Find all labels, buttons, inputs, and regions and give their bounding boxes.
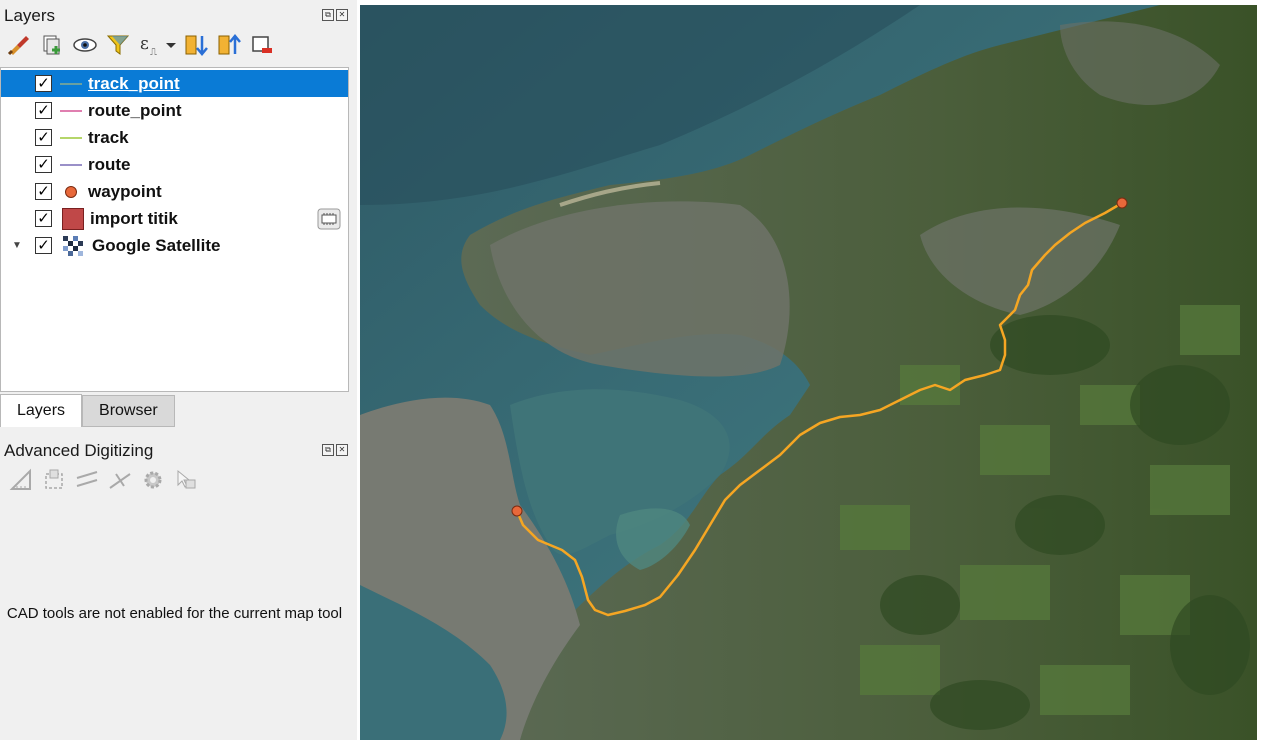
digitizing-panel-title: Advanced Digitizing (4, 441, 154, 460)
layers-tree[interactable]: ✓ track_point ✓ route_point ✓ track ✓ ro… (0, 67, 349, 392)
layer-visibility-checkbox[interactable]: ✓ (35, 102, 52, 119)
construction-icon[interactable] (41, 467, 67, 493)
layer-visibility-checkbox[interactable]: ✓ (35, 156, 52, 173)
layer-name: import titik (90, 208, 178, 228)
cad-disabled-message: CAD tools are not enabled for the curren… (6, 605, 343, 622)
parallel-icon[interactable] (74, 467, 100, 493)
layer-name: route_point (88, 100, 182, 120)
layer-row-import-titik[interactable]: ✓ import titik (1, 205, 348, 232)
layers-panel-title: Layers (4, 6, 56, 25)
close-panel-icon[interactable]: ✕ (336, 444, 348, 456)
filter-legend-icon[interactable] (105, 32, 131, 58)
expand-collapse-icon[interactable]: ▼ (12, 240, 22, 251)
digitizing-toolbar (8, 467, 206, 493)
layer-editing-indicator-icon[interactable] (317, 208, 341, 230)
panel-tabs: Layers Browser (0, 394, 175, 427)
tab-layers[interactable]: Layers (0, 394, 83, 427)
line-symbol-icon (60, 136, 82, 139)
perpendicular-icon[interactable] (107, 467, 133, 493)
layer-visibility-checkbox[interactable]: ✓ (35, 210, 52, 227)
layer-name: track_point (88, 73, 180, 93)
layer-row-google-satellite[interactable]: ▼ ✓ Google Satellite (1, 232, 348, 259)
panel-splitter[interactable] (350, 0, 357, 740)
line-symbol-icon (60, 109, 82, 112)
cad-ruler-icon[interactable] (8, 467, 34, 493)
raster-symbol-icon (63, 235, 83, 256)
layer-row-route[interactable]: ✓ route (1, 151, 348, 178)
float-panel-icon[interactable]: ⧉ (322, 444, 334, 456)
tab-browser[interactable]: Browser (82, 395, 175, 427)
layer-name: waypoint (88, 181, 162, 201)
float-panel-icon[interactable]: ⧉ (322, 9, 334, 21)
remove-layer-icon[interactable] (249, 32, 275, 58)
satellite-map (360, 5, 1257, 740)
collapse-all-icon[interactable] (216, 32, 242, 58)
close-panel-icon[interactable]: ✕ (336, 9, 348, 21)
layer-name: Google Satellite (92, 235, 221, 255)
layer-row-track-point[interactable]: ✓ track_point (1, 70, 348, 97)
svg-text:ε: ε (140, 34, 149, 54)
snap-cursor-icon[interactable] (173, 467, 199, 493)
layer-row-track[interactable]: ✓ track (1, 124, 348, 151)
layer-visibility-checkbox[interactable]: ✓ (35, 75, 52, 92)
map-canvas[interactable] (360, 5, 1257, 740)
waypoint-start-marker (511, 505, 523, 517)
layer-visibility-checkbox[interactable]: ✓ (35, 129, 52, 146)
add-group-icon[interactable] (39, 32, 65, 58)
visibility-eye-icon[interactable] (72, 32, 98, 58)
layers-dock-buttons: ⧉ ✕ (322, 9, 348, 21)
settings-gear-icon[interactable] (140, 467, 166, 493)
digitizing-dock-buttons: ⧉ ✕ (322, 444, 348, 456)
layer-row-route-point[interactable]: ✓ route_point (1, 97, 348, 124)
expand-all-icon[interactable] (183, 32, 209, 58)
paint-style-icon[interactable] (6, 32, 32, 58)
layer-visibility-checkbox[interactable]: ✓ (35, 183, 52, 200)
layer-row-waypoint[interactable]: ✓ waypoint (1, 178, 348, 205)
svg-text:⎍: ⎍ (150, 47, 157, 57)
layers-toolbar: ε ⎍ (6, 32, 282, 58)
layer-name: route (88, 154, 131, 174)
point-symbol-icon (65, 185, 77, 198)
layer-name: track (88, 127, 129, 147)
line-symbol-icon (60, 82, 82, 85)
waypoint-end-marker (1116, 197, 1128, 209)
filter-expression-icon[interactable]: ε ⎍ (138, 32, 176, 58)
fill-symbol-icon (62, 207, 84, 230)
layer-visibility-checkbox[interactable]: ✓ (35, 237, 52, 254)
line-symbol-icon (60, 163, 82, 166)
